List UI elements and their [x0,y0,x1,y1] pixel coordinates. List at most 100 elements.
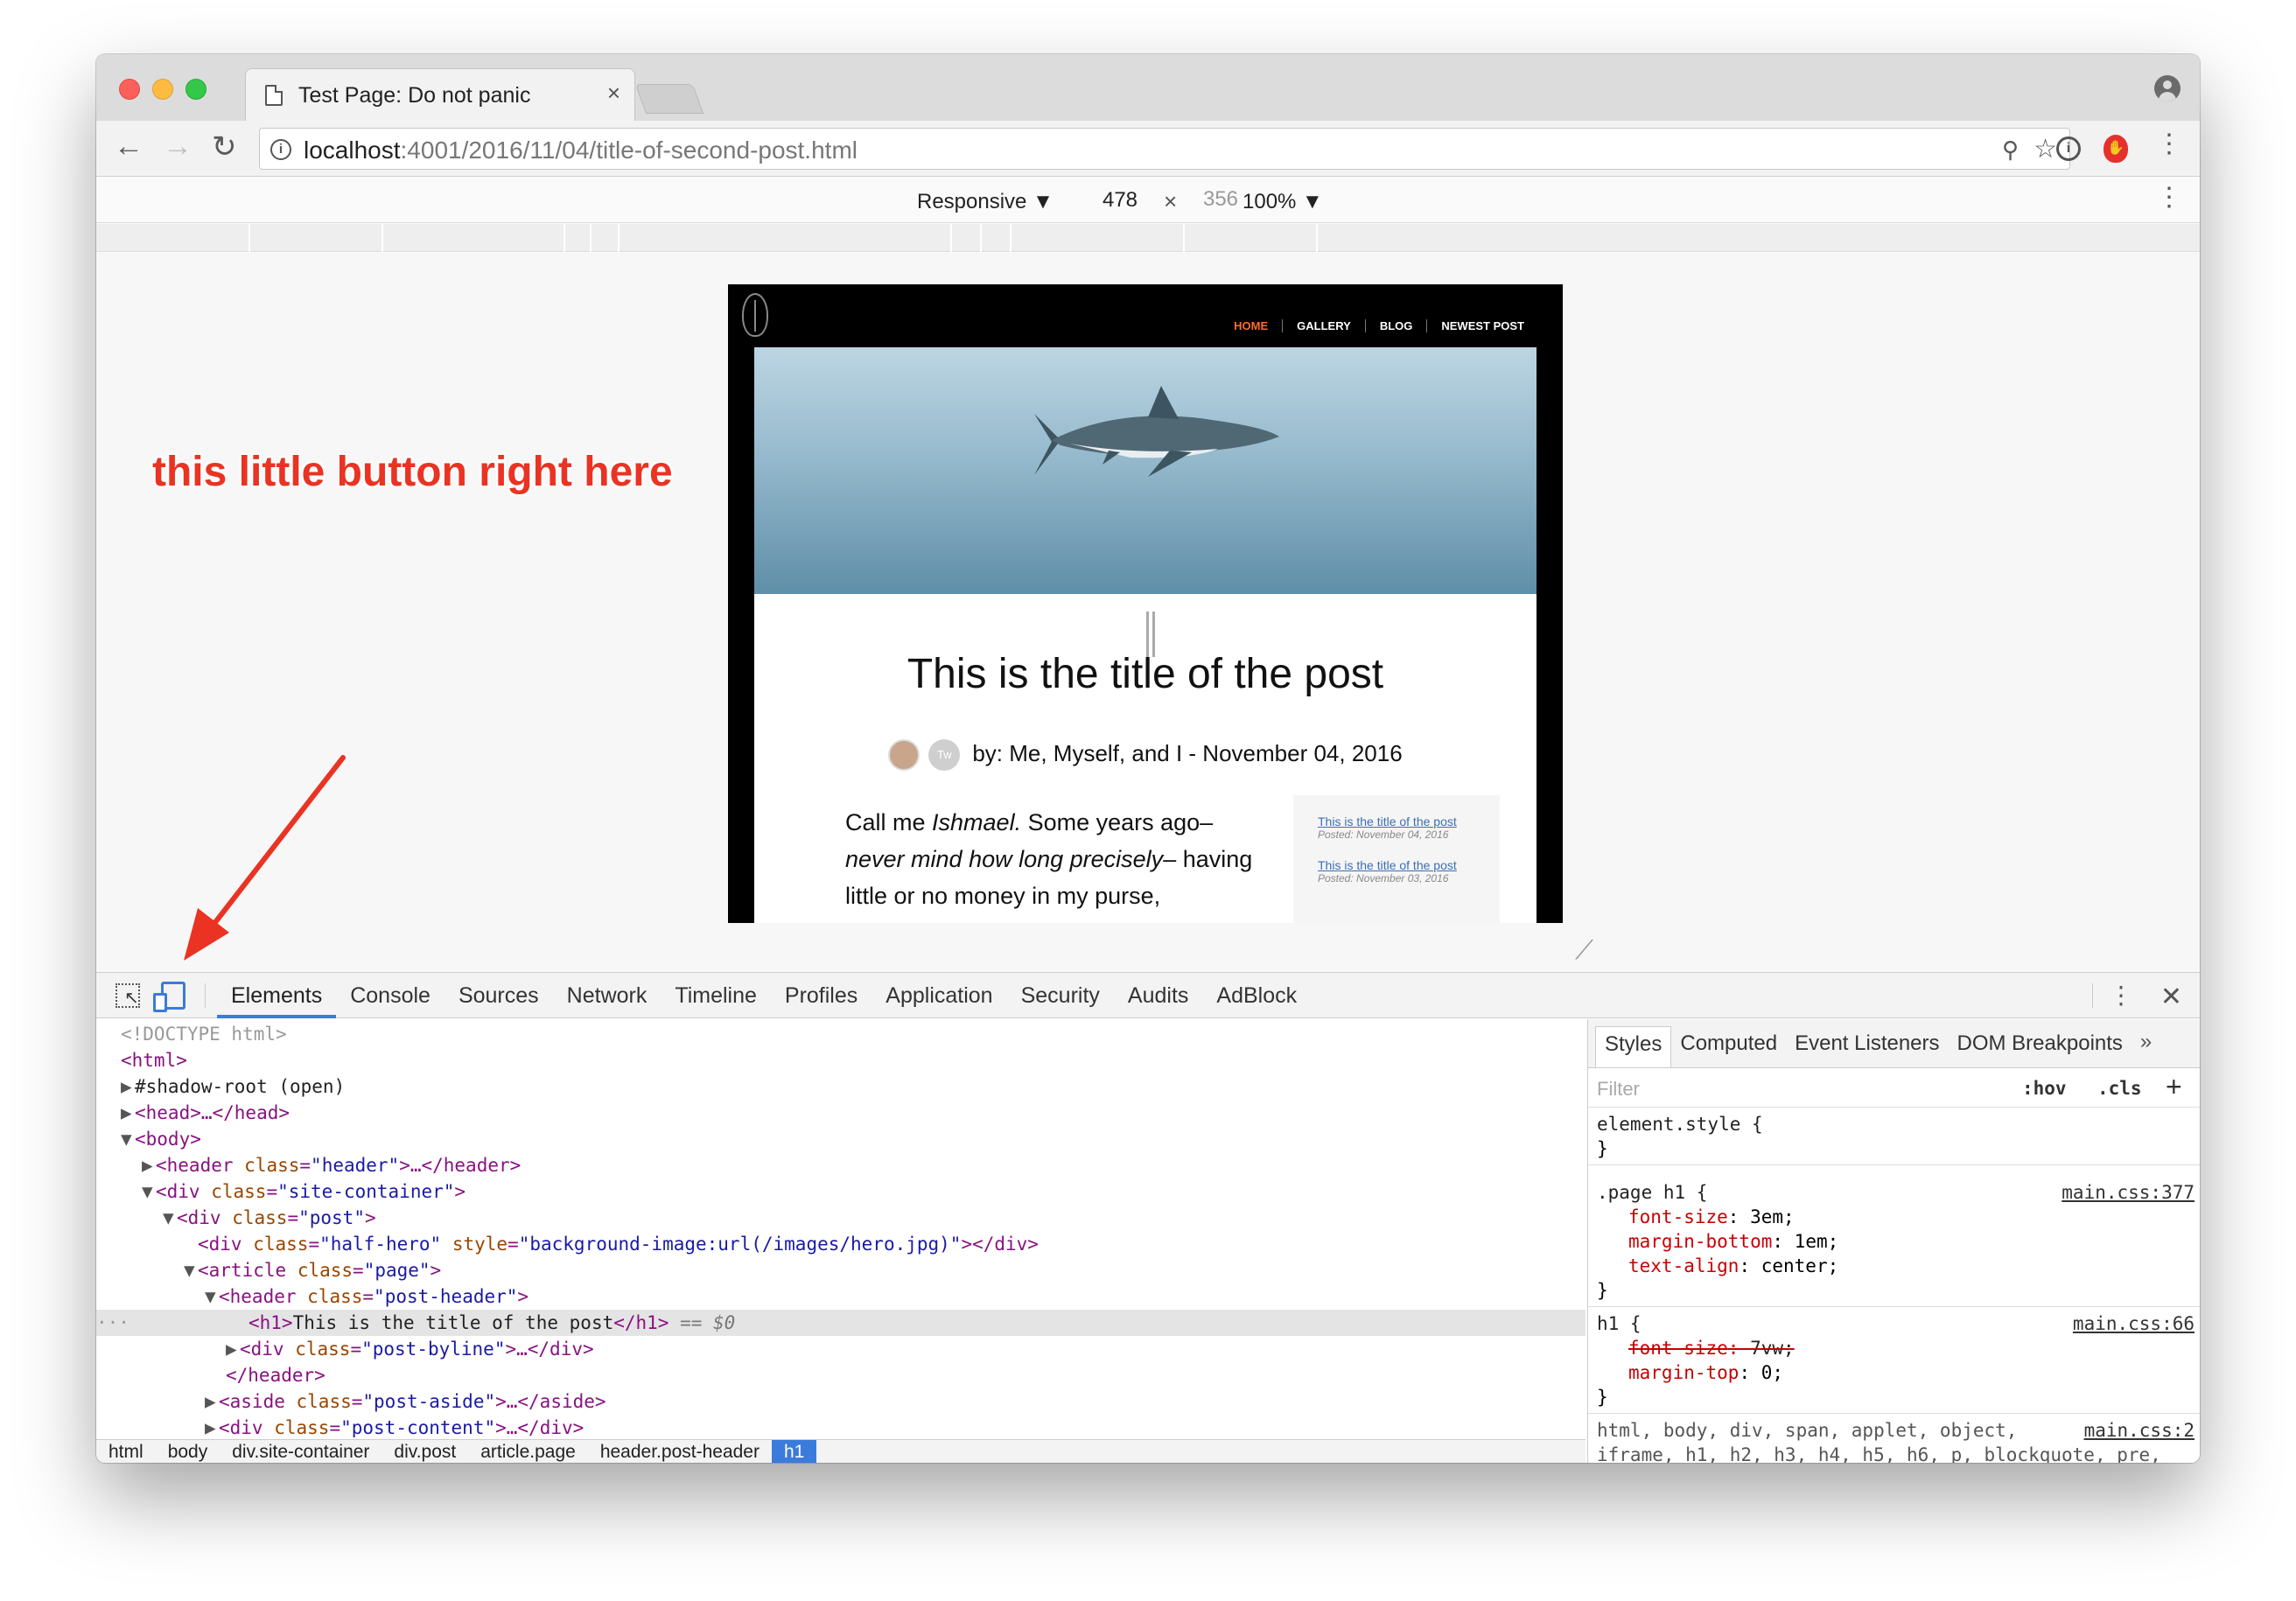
class-toggle[interactable]: .cls [2097,1078,2142,1099]
new-style-rule-button[interactable]: + [2166,1071,2182,1103]
style-rule[interactable]: html, body, div, span, applet, object, m… [1588,1415,2200,1463]
ruler-segment[interactable] [620,224,952,252]
profile-icon[interactable] [2154,75,2180,101]
forward-arrow-icon[interactable]: → [163,129,192,164]
dom-node[interactable]: ▼ <article class="page"> [184,1257,441,1283]
tab-elements[interactable]: Elements [217,973,337,1018]
device-width-input[interactable]: 478 [1085,185,1155,216]
style-source-link[interactable]: main.css:377 [2062,1180,2194,1205]
twitter-icon[interactable]: Tw [928,739,961,771]
style-source-link[interactable]: main.css:2 [2084,1418,2194,1443]
tab-sources[interactable]: Sources [444,973,553,1018]
device-zoom-select[interactable]: 100% ▼ [1242,190,1323,214]
dom-node[interactable]: ▶ <div class="post-content">…</div> [205,1415,584,1437]
zoom-icon[interactable]: ⚲ [2002,136,2019,164]
more-tabs-chevron-icon[interactable]: » [2132,1019,2160,1067]
nav-blog-link[interactable]: BLOG [1364,319,1427,332]
ruler-segment[interactable] [250,224,383,252]
bookmark-star-icon[interactable]: ☆ [2034,134,2057,164]
toolbar-divider [205,983,206,1008]
tab-console[interactable]: Console [336,973,444,1018]
dom-node[interactable]: ▶ <div class="post-byline">…</div> [226,1336,594,1362]
tab-dom-breakpoints[interactable]: DOM Breakpoints [1949,1019,2132,1067]
ruler-segment[interactable] [1185,224,1318,252]
breadcrumb-body[interactable]: body [156,1440,220,1463]
address-bar[interactable]: i localhost:4001/2016/11/04/title-of-sec… [259,128,2070,170]
dom-node[interactable]: ▶ <aside class="post-aside">…</aside> [205,1388,606,1415]
dom-node[interactable]: ▼ <body> [121,1126,201,1152]
tab-network[interactable]: Network [553,973,662,1018]
url-text: localhost:4001/2016/11/04/title-of-secon… [304,136,858,164]
dimension-separator: × [1164,188,1178,214]
styles-filter-input[interactable]: Filter [1597,1078,1640,1101]
minimize-window-button[interactable] [152,79,173,100]
browser-menu-icon[interactable]: ⋮ [2156,131,2182,157]
resize-grip-icon[interactable]: ⟋ [1575,936,1593,966]
tab-event-listeners[interactable]: Event Listeners [1786,1019,1948,1067]
new-tab-button[interactable] [634,84,704,114]
extension-info-icon[interactable]: i [2056,136,2081,161]
nav-gallery-link[interactable]: GALLERY [1282,319,1365,332]
dom-node[interactable]: <!DOCTYPE html> [121,1021,287,1047]
ruler-segment[interactable] [96,224,250,252]
shark-illustration [1034,386,1279,477]
breadcrumb-h1[interactable]: h1 [771,1440,817,1463]
inspect-element-icon[interactable] [116,983,140,1009]
toggle-device-toolbar-icon[interactable] [153,982,186,1012]
dom-node[interactable]: <div class="half-hero" style="background… [198,1231,1039,1257]
back-arrow-icon[interactable]: ← [114,129,144,164]
dom-node[interactable]: ▶ #shadow-root (open) [121,1073,345,1100]
dom-node[interactable]: <html> [121,1047,187,1073]
zoom-window-button[interactable] [186,79,206,100]
post-content-area: This is the title of the post Tw by: Me, … [754,594,1536,923]
close-tab-icon[interactable]: × [607,80,620,107]
reload-icon[interactable]: ↻ [212,129,237,164]
ruler-segment[interactable] [1012,224,1185,252]
breadcrumb-post-header[interactable]: header.post-header [588,1440,772,1463]
site-logo[interactable] [742,293,768,337]
ruler-segment[interactable] [982,224,1012,252]
dom-node[interactable]: ▼ <div class="site-container"> [142,1178,466,1205]
tab-profiles[interactable]: Profiles [771,973,872,1018]
tab-computed[interactable]: Computed [1671,1019,1786,1067]
devtools-menu-icon[interactable]: ⋮ [2109,983,2133,1008]
device-mode-select[interactable]: Responsive ▼ [917,190,1054,214]
dom-node[interactable]: ▼ <div class="post"> [163,1205,376,1231]
breadcrumb-post[interactable]: div.post [382,1440,468,1463]
dom-node[interactable]: ▶ <head>…</head> [121,1100,290,1126]
adblock-extension-icon[interactable]: ✋ [2104,135,2128,163]
device-more-options-icon[interactable]: ⋮ [2156,185,2182,211]
tab-styles[interactable]: Styles [1595,1026,1672,1067]
style-rule[interactable]: h1 { main.css:66 font-size: 7vw; margin-… [1588,1308,2200,1414]
style-rule-element[interactable]: element.style { } [1588,1108,2200,1165]
dom-node[interactable]: ▼ <header class="post-header"> [205,1283,528,1310]
close-window-button[interactable] [119,79,140,100]
info-icon[interactable]: i [270,139,291,160]
browser-tab[interactable]: Test Page: Do not panic × [245,68,635,121]
ruler-segment[interactable] [383,224,565,252]
nav-newest-post-link[interactable]: NEWEST POST [1426,319,1538,332]
style-rule[interactable]: .page h1 { main.css:377 font-size: 3em; … [1588,1177,2200,1307]
nav-home-link[interactable]: HOME [1220,319,1282,332]
breadcrumb-site-container[interactable]: div.site-container [220,1440,382,1463]
close-devtools-icon[interactable]: ✕ [2160,982,2182,1012]
tab-timeline[interactable]: Timeline [661,973,771,1018]
ruler-segment[interactable] [592,224,620,252]
ruler-segment[interactable] [952,224,982,252]
tab-audits[interactable]: Audits [1114,973,1202,1018]
dom-node-selected[interactable]: ··· <h1>This is the title of the post</h1… [96,1310,1586,1336]
tab-security[interactable]: Security [1007,973,1114,1018]
aside-post-link[interactable]: This is the title of the post [1318,858,1475,872]
breadcrumb-html[interactable]: html [96,1440,156,1463]
aside-post-link[interactable]: This is the title of the post [1318,814,1475,828]
dom-node[interactable]: </header> [226,1362,326,1388]
tab-adblock[interactable]: AdBlock [1202,973,1311,1018]
hover-state-toggle[interactable]: :hov [2022,1078,2067,1099]
byline-text: by: Me, Myself, and I - November 04, 201… [972,739,1403,766]
tab-application[interactable]: Application [872,973,1006,1018]
viewport-resize-handle-right[interactable] [1146,612,1155,657]
breadcrumb-article[interactable]: article.page [468,1440,588,1463]
dom-node[interactable]: ▶ <header class="header">…</header> [142,1152,521,1178]
style-source-link[interactable]: main.css:66 [2073,1311,2194,1336]
ruler-segment[interactable] [565,224,592,252]
